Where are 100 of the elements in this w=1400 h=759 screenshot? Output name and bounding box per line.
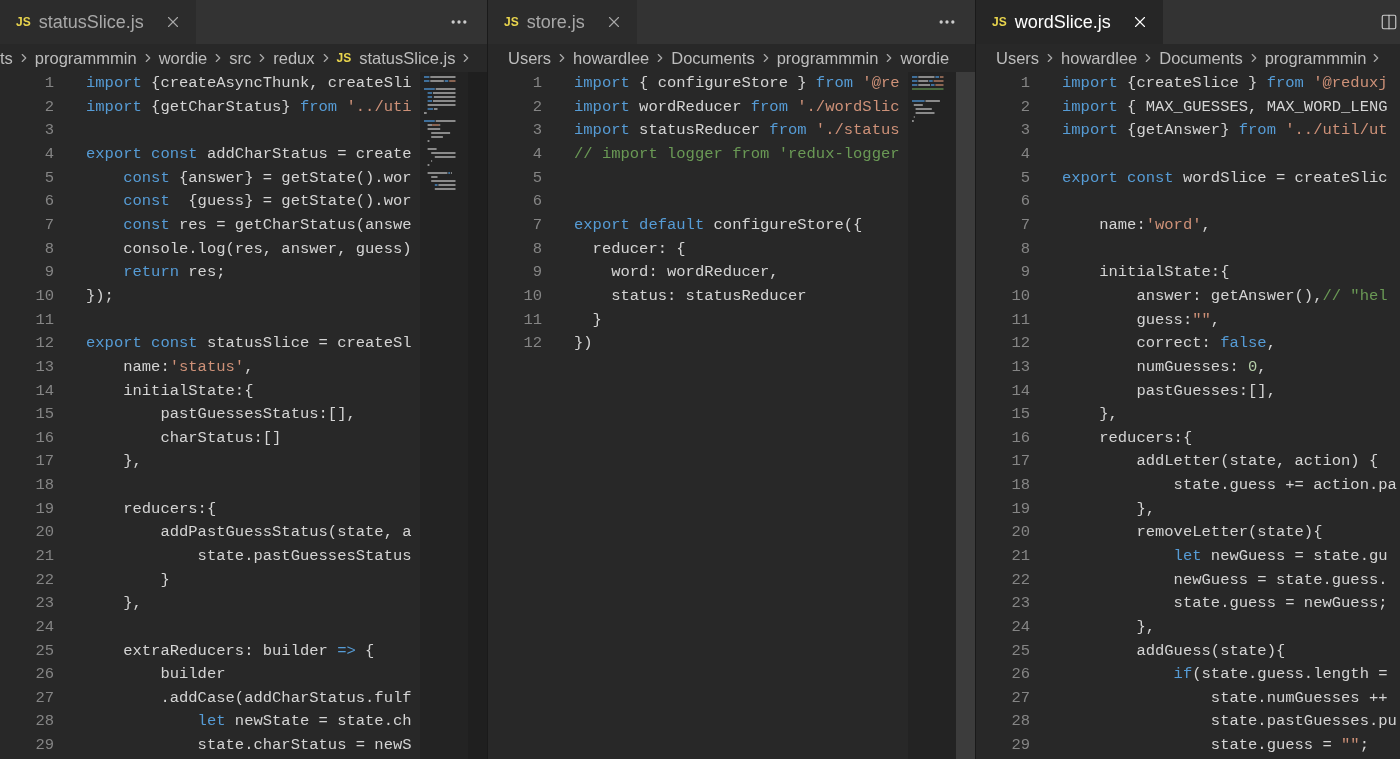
line-number: 11 (34, 309, 54, 331)
code-line: reducers:{ (1098, 427, 1193, 449)
code-line: export const statusSlice = createSl (86, 333, 412, 355)
code-line: extraReducers: builder => { (122, 640, 375, 662)
line-number: 14 (1010, 380, 1030, 402)
editor-tab[interactable]: JS statusSlice.js (0, 0, 196, 44)
code-line: pastGuessesStatus:[], (159, 404, 356, 426)
line-number: 29 (1010, 735, 1030, 757)
line-number: 8 (43, 238, 54, 260)
line-number: 17 (34, 451, 54, 473)
line-number: 5 (43, 167, 54, 189)
line-number: 5 (1019, 167, 1030, 189)
line-number: 6 (531, 191, 542, 213)
code-line: correct: false, (1135, 333, 1276, 355)
breadcrumb-item[interactable]: wordie (900, 45, 950, 71)
code-line: addLetter(state, action) { (1135, 451, 1379, 473)
line-number: 15 (34, 404, 54, 426)
line-number: 12 (522, 333, 542, 355)
line-number: 2 (531, 96, 542, 118)
editor-tab[interactable]: JS wordSlice.js (976, 0, 1163, 44)
code-line: state.guess = ""; (1209, 735, 1369, 757)
code-line: .addCase(addCharStatus.fulf (159, 687, 412, 709)
line-number: 12 (1010, 333, 1030, 355)
code-line: numGuesses: 0, (1135, 356, 1267, 378)
breadcrumb-item[interactable]: Users (508, 45, 552, 71)
code-line: if(state.guess.length = (1172, 664, 1388, 686)
line-number: 21 (1010, 546, 1030, 567)
breadcrumb-item[interactable]: Users (996, 45, 1040, 71)
line-number: 26 (1010, 664, 1030, 686)
code-line: export const wordSlice = createSlic (1062, 167, 1388, 189)
code-line: import {getAnswer} from '../util/ut (1062, 120, 1388, 142)
line-number: 20 (34, 522, 54, 544)
breadcrumb-item[interactable]: Documents (1159, 45, 1243, 71)
breadcrumb-item[interactable]: howardlee (1061, 45, 1138, 71)
code-line: removeLetter(state){ (1135, 522, 1323, 544)
code-line: state.pastGuesses.pu (1209, 711, 1397, 733)
code-line: }); (86, 285, 114, 307)
line-number: 19 (1010, 498, 1030, 520)
breadcrumb-item[interactable]: wordie (158, 45, 208, 71)
breadcrumb-item[interactable]: programmmin (34, 45, 137, 71)
code-line: }, (1135, 498, 1155, 520)
split-editor-icon[interactable] (1380, 13, 1398, 31)
code-line: name:'word', (1098, 215, 1211, 237)
code-line: guess:"", (1135, 309, 1221, 331)
code-line: }, (122, 593, 142, 615)
editor-tab[interactable]: JS store.js (488, 0, 637, 44)
line-number: 27 (34, 687, 54, 709)
code-line: name:'status', (122, 356, 254, 378)
code-line: initialState:{ (1098, 262, 1230, 284)
line-number: 15 (1010, 404, 1030, 426)
line-number: 3 (43, 120, 54, 142)
breadcrumb-item[interactable]: programmmin (1264, 45, 1367, 71)
code-line: import { MAX_GUESSES, MAX_WORD_LENG (1062, 96, 1388, 118)
code-line: let newGuess = state.gu (1172, 546, 1388, 567)
code-line: addGuess(state){ (1135, 640, 1286, 662)
line-number: 1 (531, 73, 542, 95)
breadcrumb-item[interactable]: statusSlice.js (359, 45, 456, 71)
minimap[interactable] (420, 72, 468, 759)
code-line: } (591, 309, 602, 331)
line-number: 10 (1010, 285, 1030, 307)
line-number: 27 (1010, 687, 1030, 709)
line-number: 25 (34, 640, 54, 662)
breadcrumb-item[interactable]: ts (0, 45, 13, 71)
code-line: // import logger from 'redux-logger (574, 144, 900, 166)
code-line: import statusReducer from './status (574, 120, 900, 142)
file-type-label: JS (336, 50, 352, 67)
line-number: 10 (34, 285, 54, 307)
line-number: 21 (34, 546, 54, 567)
code-line: const res = getCharStatus(answe (122, 215, 412, 237)
tab-label: wordSlice.js (1014, 10, 1111, 34)
line-number: 8 (1019, 238, 1030, 260)
line-number: 14 (34, 380, 54, 402)
line-number: 13 (1010, 356, 1030, 378)
breadcrumb-item[interactable]: programmmin (776, 45, 879, 71)
code-line: state.numGuesses ++ (1209, 687, 1388, 709)
line-number: 7 (531, 215, 542, 237)
line-number: 5 (531, 167, 542, 189)
code-line: console.log(res, answer, guess) (122, 238, 412, 260)
line-number: 24 (1010, 616, 1030, 638)
line-number: 16 (34, 427, 54, 449)
line-number: 4 (1019, 144, 1030, 166)
file-type-label: JS (504, 14, 519, 31)
line-number: 28 (1010, 711, 1030, 733)
line-number: 28 (34, 711, 54, 733)
breadcrumb-item[interactable]: redux (273, 45, 315, 71)
breadcrumb-item[interactable]: Documents (671, 45, 755, 71)
line-number: 3 (1019, 120, 1030, 142)
code-line: const {answer} = getState().wor (122, 167, 412, 189)
code-line: import { configureStore } from '@re (574, 73, 900, 95)
line-number: 22 (1010, 569, 1030, 591)
breadcrumb-item[interactable]: howardlee (573, 45, 650, 71)
line-number: 9 (43, 262, 54, 284)
line-number: 17 (1010, 451, 1030, 473)
breadcrumb-item[interactable]: src (229, 45, 252, 71)
code-line: export default configureStore({ (574, 215, 863, 237)
code-line: return res; (122, 262, 226, 284)
line-number: 23 (1010, 593, 1030, 615)
line-number: 18 (34, 475, 54, 497)
code-line: }, (1135, 616, 1155, 638)
code-line: answer: getAnswer(),// "hel (1135, 285, 1388, 307)
